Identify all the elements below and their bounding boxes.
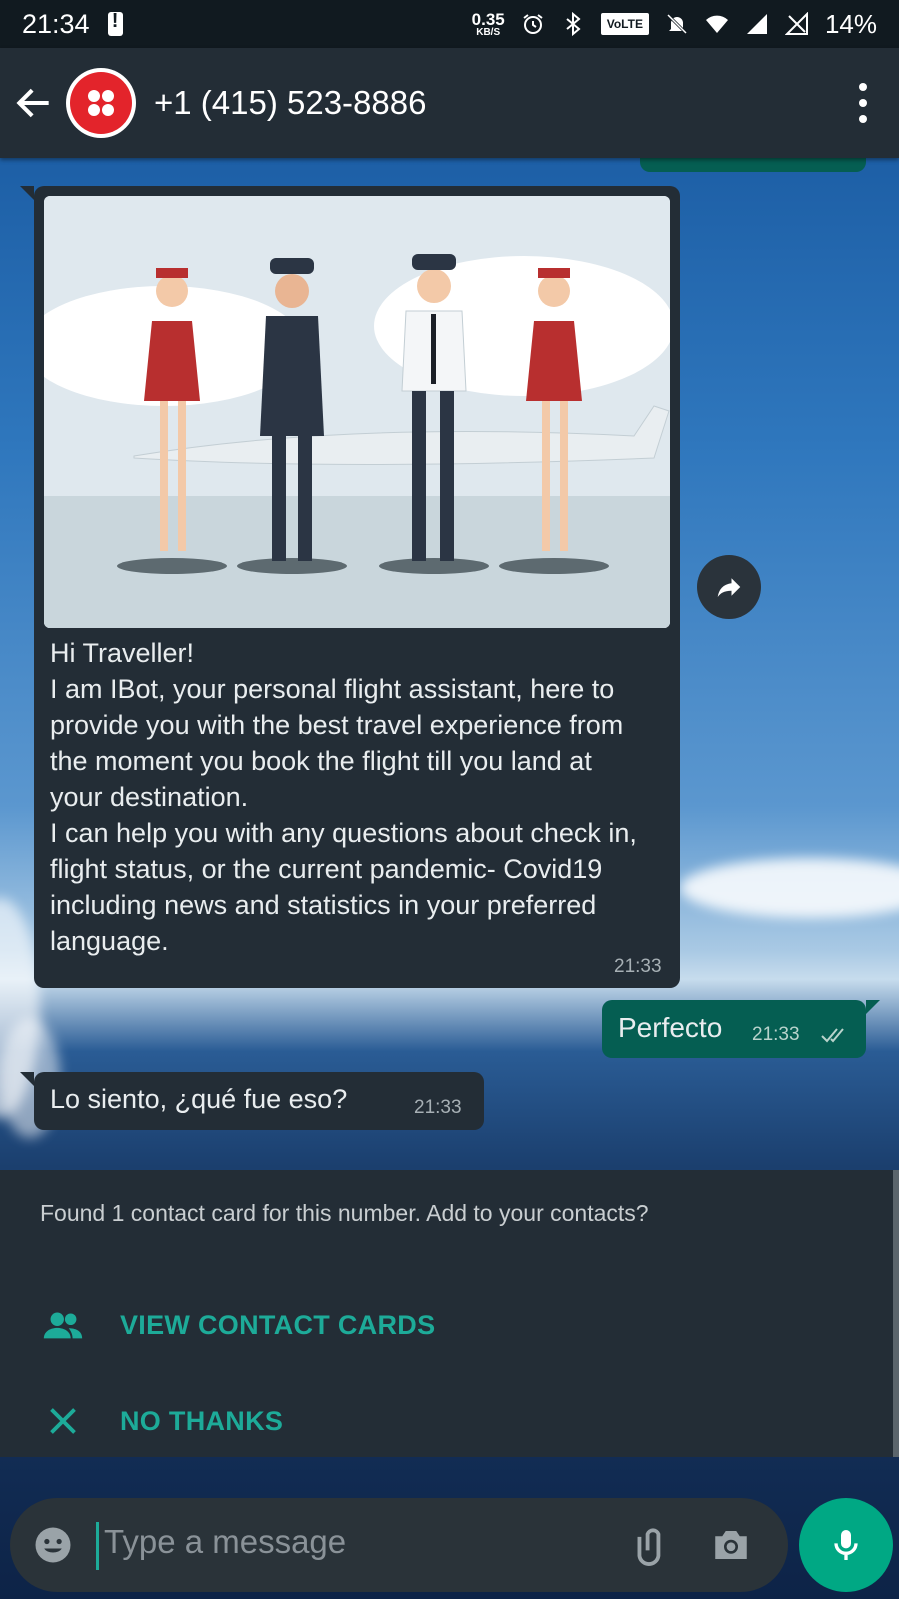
camera-icon[interactable] (710, 1524, 752, 1566)
battery-level: 14% (824, 8, 877, 39)
message-composer[interactable]: Type a message (10, 1498, 788, 1592)
view-contact-cards-label: VIEW CONTACT CARDS (120, 1309, 436, 1340)
message-time: 21:33 (752, 1024, 800, 1045)
bluetooth-icon (566, 12, 581, 36)
alarm-icon (523, 14, 543, 34)
attach-icon[interactable] (630, 1522, 676, 1568)
forward-button[interactable] (697, 555, 761, 619)
message-image[interactable] (44, 196, 670, 628)
close-icon (50, 1408, 76, 1434)
message-text: Lo siento, ¿qué fue eso? (50, 1084, 348, 1114)
scrollbar[interactable] (893, 1170, 899, 1457)
network-speed-value: 0.35 (471, 9, 505, 29)
status-icons: 0.35 KB/S VoLTE 14% (472, 9, 877, 40)
emoji-icon[interactable] (32, 1524, 74, 1566)
signal-icon (746, 14, 767, 34)
message-bubble-incoming[interactable]: Lo siento, ¿qué fue eso? 21:33 (20, 1072, 484, 1130)
status-time: 21:34 (22, 8, 90, 39)
microphone-icon (834, 1530, 858, 1560)
contact-card-message: Found 1 contact card for this number. Ad… (40, 1200, 649, 1226)
status-bar: 21:34 0.35 KB/S VoLTE 14% (0, 0, 899, 48)
voice-record-button[interactable] (799, 1498, 893, 1592)
read-receipt-icon (821, 1028, 844, 1043)
avatar[interactable] (66, 68, 136, 138)
twilio-logo-icon (70, 72, 132, 134)
more-options-icon[interactable] (857, 83, 869, 123)
previous-message-bubble (640, 158, 866, 172)
contact-card-prompt: Found 1 contact card for this number. Ad… (0, 1170, 899, 1457)
message-bubble-outgoing[interactable]: Perfecto 21:33 (602, 1000, 880, 1058)
wallpaper-cloud (680, 858, 899, 918)
network-speed-unit: KB/S (476, 26, 501, 38)
notifications-off-icon (666, 13, 688, 35)
network-speed: 0.35 KB/S (472, 11, 505, 38)
text-caret (96, 1522, 99, 1570)
message-text: Hi Traveller! I am IBot, your personal f… (50, 638, 637, 956)
message-time: 21:33 (614, 956, 662, 977)
no-thanks-button[interactable]: NO THANKS (0, 1376, 880, 1466)
no-sim-signal-icon (784, 12, 808, 35)
forward-icon (717, 578, 741, 597)
back-arrow-icon[interactable] (12, 81, 56, 125)
contact-name[interactable]: +1 (415) 523-8886 (154, 84, 426, 122)
alert-icon (107, 10, 123, 36)
people-icon (43, 1312, 83, 1339)
message-time: 21:33 (414, 1097, 462, 1118)
message-bubble-incoming[interactable]: Hi Traveller! I am IBot, your personal f… (20, 186, 680, 988)
view-contact-cards-button[interactable]: VIEW CONTACT CARDS (0, 1280, 880, 1370)
wifi-icon (705, 15, 728, 33)
no-thanks-label: NO THANKS (120, 1405, 284, 1436)
message-text: Perfecto (618, 1012, 723, 1043)
volte-badge: VoLTE (600, 13, 649, 35)
chat-header: +1 (415) 523-8886 (0, 48, 899, 158)
message-input[interactable]: Type a message (104, 1523, 346, 1561)
